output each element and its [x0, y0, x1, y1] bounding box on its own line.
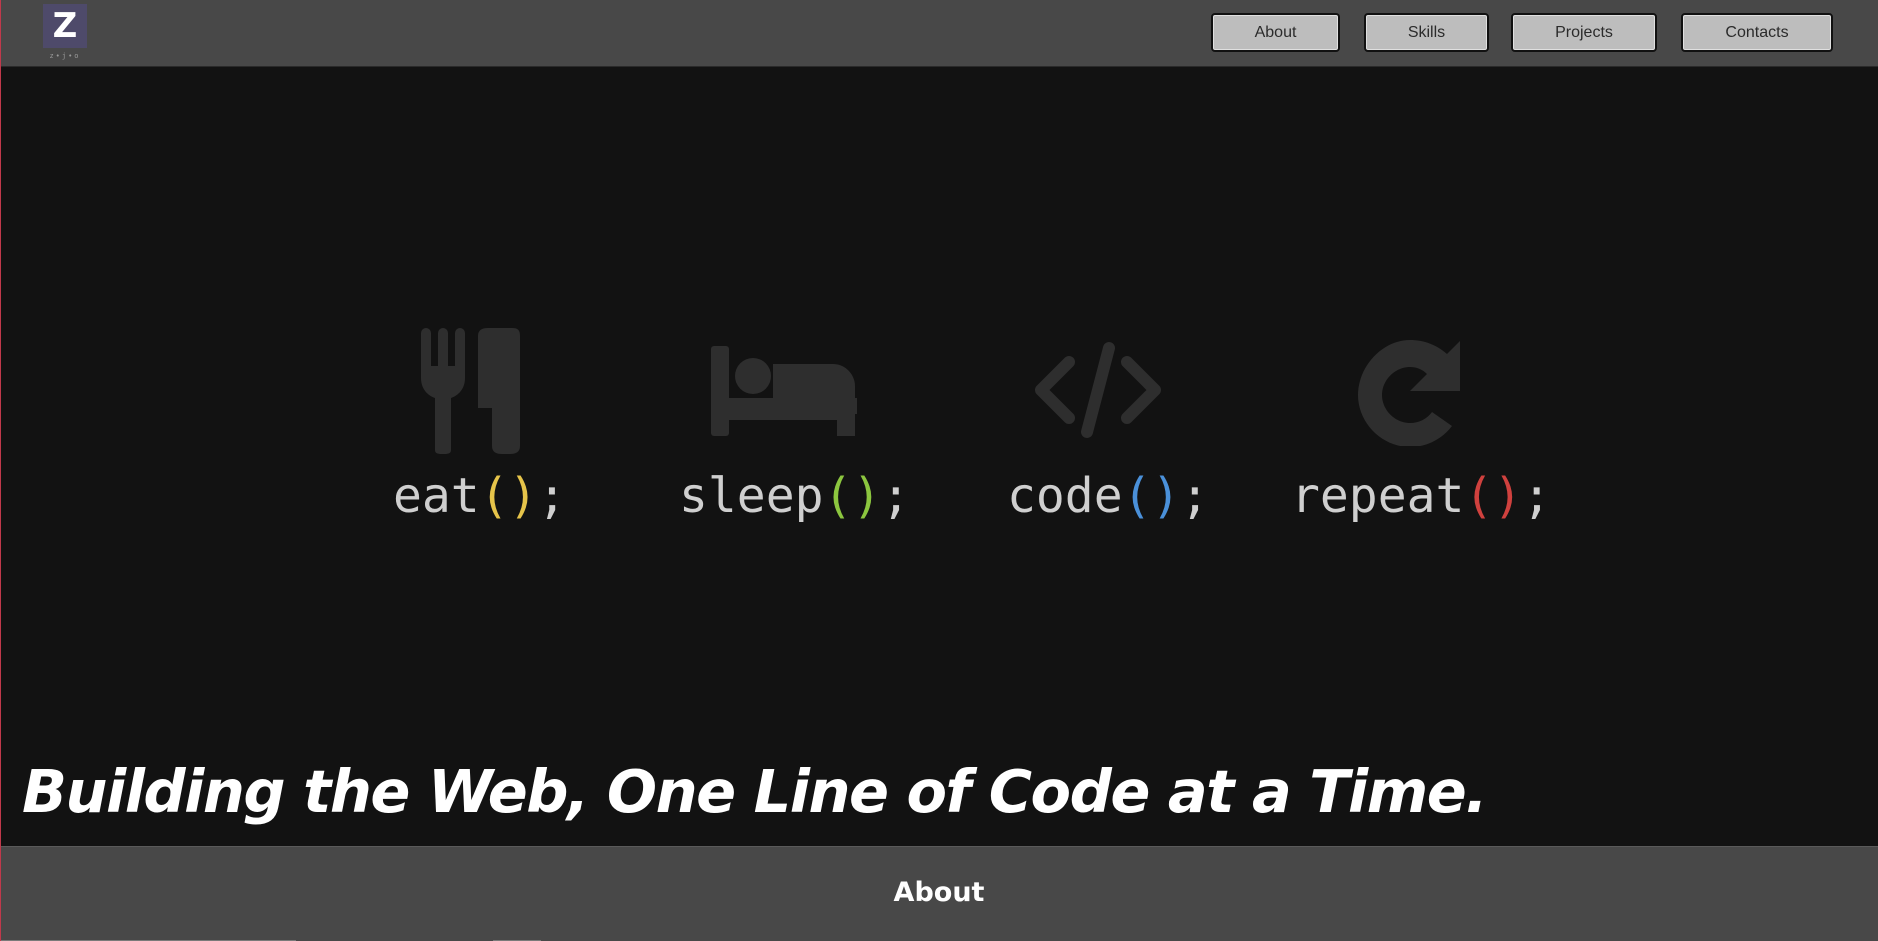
eat-call: eat();	[393, 472, 566, 520]
sleep-name: sleep	[679, 468, 824, 524]
logo-subtext: z•j•o	[49, 52, 81, 60]
code-terminator: ;	[1180, 468, 1210, 524]
sleep-open-paren: (	[823, 468, 853, 524]
hero-tagline: Building the Web, One Line of Code at a …	[22, 757, 1488, 826]
repeat-terminator: ;	[1522, 468, 1552, 524]
nav-contacts-button[interactable]: Contacts	[1681, 13, 1833, 52]
top-navbar: Z z•j•o About Skills Projects Contacts	[0, 0, 1878, 67]
sleep-terminator: ;	[881, 468, 911, 524]
about-heading: About	[893, 877, 985, 908]
eat-terminator: ;	[537, 468, 567, 524]
code-name: code	[1007, 468, 1123, 524]
redo-icon	[1358, 340, 1460, 446]
code-icon	[1035, 342, 1161, 438]
about-section: About	[0, 846, 1878, 941]
repeat-open-paren: (	[1464, 468, 1494, 524]
repeat-call: repeat();	[1291, 472, 1551, 520]
code-close-paren: )	[1151, 468, 1181, 524]
hero-section	[0, 67, 1878, 846]
code-call: code();	[1007, 472, 1209, 520]
sleep-call: sleep();	[679, 472, 910, 520]
logo[interactable]: Z	[43, 4, 87, 48]
repeat-close-paren: )	[1493, 468, 1523, 524]
eat-open-paren: (	[479, 468, 509, 524]
bed-icon	[711, 346, 857, 436]
logo-letter: Z	[52, 6, 78, 46]
repeat-name: repeat	[1291, 468, 1465, 524]
code-open-paren: (	[1122, 468, 1152, 524]
nav-projects-button[interactable]: Projects	[1511, 13, 1657, 52]
window-edge	[0, 0, 1, 941]
utensils-icon	[421, 328, 520, 454]
nav-skills-button[interactable]: Skills	[1364, 13, 1489, 52]
eat-close-paren: )	[508, 468, 538, 524]
eat-name: eat	[393, 468, 480, 524]
sleep-close-paren: )	[852, 468, 882, 524]
nav-about-button[interactable]: About	[1211, 13, 1340, 52]
